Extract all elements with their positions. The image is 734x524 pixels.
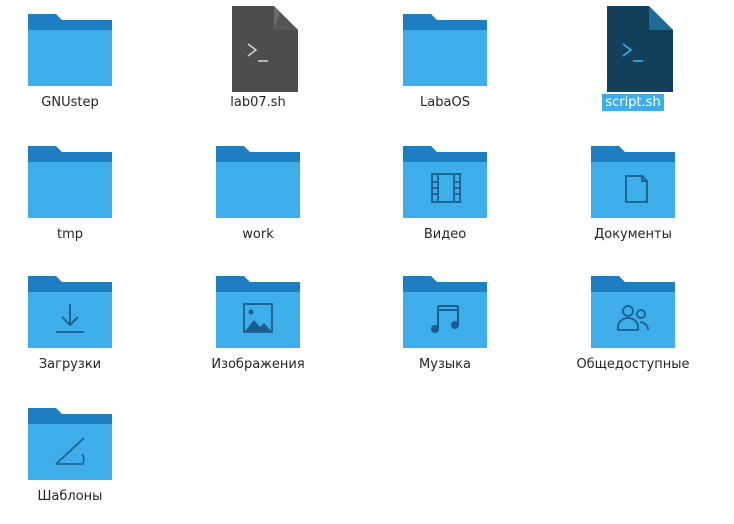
file-item-label: Видео (423, 227, 467, 242)
folder-icon (401, 6, 489, 94)
file-item-music[interactable]: Музыка (365, 262, 525, 392)
folder-pictures-icon (214, 268, 302, 356)
file-item-label: Общедоступные (576, 357, 690, 372)
folder-icon (26, 6, 114, 94)
file-item-label: GNUstep (41, 95, 99, 110)
file-item-label: Документы (594, 227, 672, 242)
file-item-documents[interactable]: Документы (553, 132, 713, 262)
file-item-videos[interactable]: Видео (365, 132, 525, 262)
file-item-label: Загрузки (38, 357, 102, 372)
folder-public-icon (589, 268, 677, 356)
file-item-label: script.sh (602, 94, 664, 111)
folder-videos-icon (401, 138, 489, 226)
folder-templates-icon (26, 400, 114, 488)
file-item-templates[interactable]: Шаблоны (0, 394, 150, 524)
file-item-work[interactable]: work (178, 132, 338, 262)
folder-music-icon (401, 268, 489, 356)
folder-icon (214, 138, 302, 226)
file-item-script-sh[interactable]: script.sh (553, 0, 713, 130)
file-item-tmp[interactable]: tmp (0, 132, 150, 262)
folder-documents-icon (589, 138, 677, 226)
file-icon-view[interactable]: GNUstep lab07.sh LabaOS script.sh tmp wo… (0, 0, 734, 510)
file-item-public[interactable]: Общедоступные (553, 262, 713, 392)
file-item-label: tmp (56, 227, 83, 242)
file-item-labaos[interactable]: LabaOS (365, 0, 525, 130)
file-item-label: LabaOS (420, 95, 470, 110)
file-item-label: Изображения (211, 357, 305, 372)
file-item-label: lab07.sh (230, 95, 286, 110)
shell-script-icon (589, 6, 677, 94)
shell-script-icon (214, 6, 302, 94)
file-item-downloads[interactable]: Загрузки (0, 262, 150, 392)
file-item-lab07-sh[interactable]: lab07.sh (178, 0, 338, 130)
folder-icon (26, 138, 114, 226)
file-item-gnustep[interactable]: GNUstep (0, 0, 150, 130)
folder-downloads-icon (26, 268, 114, 356)
file-item-pictures[interactable]: Изображения (178, 262, 338, 392)
file-item-label: Шаблоны (37, 489, 103, 504)
file-item-label: work (242, 227, 274, 242)
file-item-label: Музыка (419, 357, 471, 372)
